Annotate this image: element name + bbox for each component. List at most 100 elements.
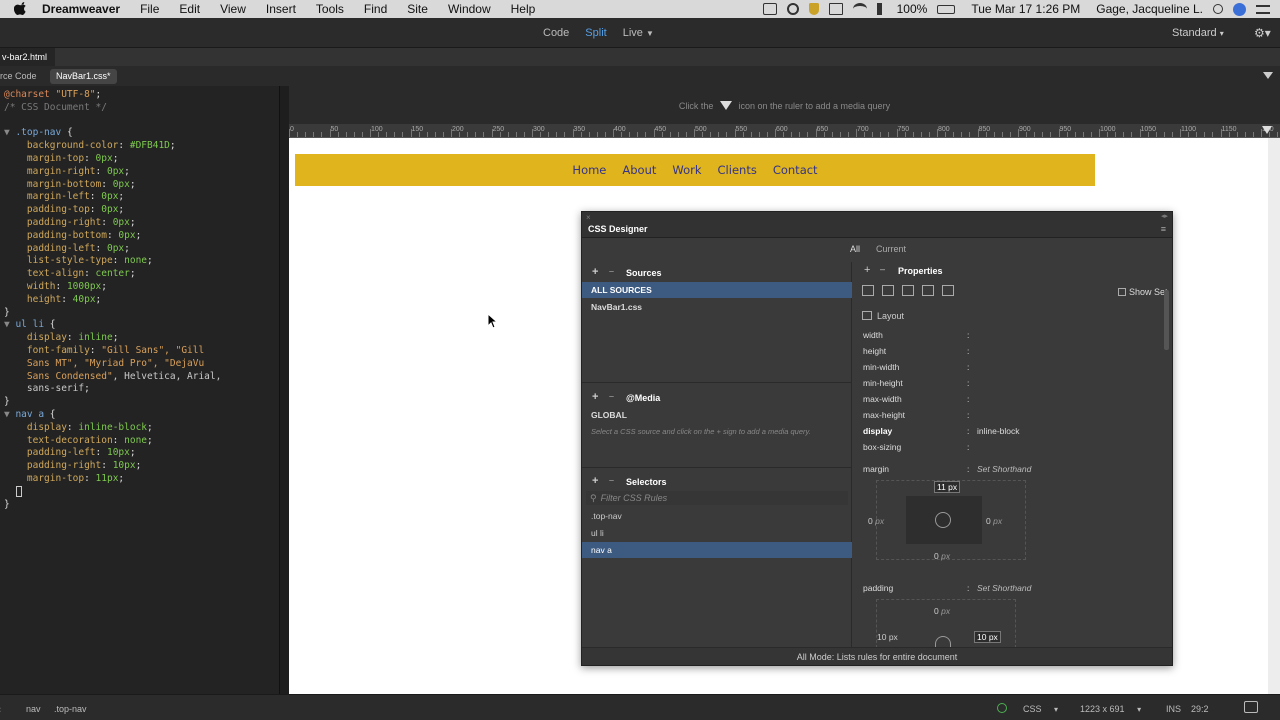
border-category-icon[interactable] [902, 285, 914, 296]
background-category-icon[interactable] [922, 285, 934, 296]
code-line[interactable]: padding-right: 0px; [4, 217, 136, 230]
close-icon[interactable]: × [586, 213, 591, 222]
add-selector-button[interactable]: + [592, 475, 598, 487]
code-line[interactable]: margin-bottom: 0px; [4, 179, 136, 192]
code-line[interactable]: } [4, 396, 10, 409]
padding-right-value[interactable]: 10 px [974, 631, 1001, 643]
property-row[interactable]: max-width: [863, 394, 1163, 408]
code-line[interactable]: @charset "UTF-8"; [4, 89, 101, 102]
scrollbar[interactable] [1164, 290, 1169, 350]
code-line[interactable]: padding-right: 10px; [4, 460, 141, 473]
creative-cloud-icon[interactable] [786, 3, 799, 15]
code-line[interactable]: margin-left: 0px; [4, 191, 124, 204]
code-line[interactable]: padding-bottom: 0px; [4, 230, 141, 243]
property-row[interactable]: max-height: [863, 410, 1163, 424]
margin-right-value[interactable]: 0 px [986, 516, 1002, 526]
tag-selector-top-nav[interactable]: .top-nav [54, 704, 87, 714]
code-line[interactable]: Sans MT", "Myriad Pro", "DejaVu [4, 358, 204, 371]
layout-section-header[interactable]: Layout [862, 311, 904, 321]
source-code-tab[interactable]: rce Code [0, 71, 37, 81]
tab-document[interactable]: v-bar2.html [0, 48, 56, 66]
code-line[interactable]: } [4, 499, 10, 512]
nav-link-about[interactable]: About [614, 163, 664, 177]
nav-link-home[interactable]: Home [564, 163, 614, 177]
code-line[interactable]: font-family: "Gill Sans", "Gill [4, 345, 204, 358]
property-row[interactable]: box-sizing: [863, 442, 1163, 456]
source-item[interactable]: NavBar1.css [582, 299, 852, 315]
tag-selector-arrow[interactable]: ‹ [0, 704, 1, 714]
menu-file[interactable]: File [140, 2, 159, 16]
volume-icon[interactable] [876, 3, 887, 15]
margin-left-value[interactable]: 0 px [868, 516, 884, 526]
code-line[interactable]: list-style-type: none; [4, 255, 153, 268]
menu-find[interactable]: Find [364, 2, 387, 16]
code-line[interactable]: height: 40px; [4, 294, 101, 307]
margin-bottom-value[interactable]: 0 px [934, 551, 950, 561]
preview-icon[interactable] [1244, 701, 1258, 713]
display-icon[interactable] [828, 3, 843, 15]
show-set-toggle[interactable]: Show Set [1118, 287, 1168, 297]
fold-arrow-icon[interactable]: ▼ [4, 319, 15, 330]
text-category-icon[interactable] [882, 285, 894, 296]
set-shorthand-link[interactable]: Set Shorthand [977, 583, 1031, 593]
mode-current-button[interactable]: Current [868, 242, 914, 256]
selector-item[interactable]: .top-nav [582, 508, 852, 524]
padding-left-value[interactable]: 10 px [877, 632, 898, 642]
property-row[interactable]: width: [863, 330, 1163, 344]
remove-property-button[interactable]: – [880, 264, 885, 274]
margin-top-value[interactable]: 11 px [934, 481, 961, 493]
source-item[interactable]: ALL SOURCES [582, 282, 852, 298]
apple-icon[interactable] [14, 2, 28, 16]
media-query-marker-icon[interactable] [1262, 126, 1272, 134]
menu-help[interactable]: Help [511, 2, 536, 16]
spotlight-search-icon[interactable] [1213, 4, 1223, 14]
user-name[interactable]: Gage, Jacqueline L. [1096, 2, 1203, 16]
code-line[interactable]: /* CSS Document */ [4, 102, 107, 115]
gear-icon[interactable]: ⚙▾ [1254, 26, 1271, 40]
show-set-checkbox[interactable] [1118, 288, 1126, 296]
code-line[interactable]: display: inline-block; [4, 422, 153, 435]
shield-icon[interactable] [808, 3, 819, 15]
link-icon[interactable] [935, 512, 951, 528]
filter-css-rules-input[interactable]: ⚲ Filter CSS Rules [586, 491, 848, 505]
navbar1-css-tab[interactable]: NavBar1.css* [50, 69, 117, 84]
filter-icon[interactable] [1263, 72, 1273, 79]
live-view-button[interactable]: Live ▼ [623, 27, 654, 39]
workspace-switcher[interactable]: Standard ▾ [1172, 27, 1224, 39]
code-line[interactable]: text-decoration: none; [4, 435, 153, 448]
scrollbar[interactable] [1268, 138, 1280, 694]
window-size-select[interactable]: 1223 x 691 ▾ [1080, 704, 1141, 714]
code-line[interactable]: } [4, 307, 10, 320]
menu-edit[interactable]: Edit [179, 2, 200, 16]
code-line[interactable]: width: 1000px; [4, 281, 107, 294]
screen-record-icon[interactable] [762, 3, 777, 15]
menu-app-name[interactable]: Dreamweaver [42, 2, 120, 16]
expand-icon[interactable]: ◂▸ [1161, 212, 1168, 220]
code-line[interactable]: text-align: center; [4, 268, 136, 281]
code-editor[interactable]: @charset "UTF-8";/* CSS Document */ ▼ .to… [0, 86, 280, 694]
property-row[interactable]: display: inline-block [863, 426, 1163, 440]
chevron-down-icon[interactable]: ▼ [646, 29, 654, 38]
code-line[interactable]: background-color: #DFB41D; [4, 140, 176, 153]
padding-top-value[interactable]: 0 px [934, 606, 950, 616]
code-line[interactable]: ▼ .top-nav { [4, 127, 73, 140]
fold-arrow-icon[interactable]: ▼ [4, 409, 15, 420]
code-line[interactable]: margin-top: 0px; [4, 153, 119, 166]
remove-media-button[interactable]: – [609, 391, 614, 401]
fold-arrow-icon[interactable]: ▼ [4, 127, 15, 138]
media-global[interactable]: GLOBAL [582, 407, 852, 423]
siri-icon[interactable] [1233, 2, 1246, 16]
code-line[interactable]: padding-top: 0px; [4, 204, 124, 217]
panel-menu-icon[interactable]: ≡ [1161, 224, 1166, 234]
code-line[interactable]: padding-left: 0px; [4, 243, 130, 256]
wifi-icon[interactable] [852, 3, 867, 15]
nav-link-clients[interactable]: Clients [710, 163, 765, 177]
menu-site[interactable]: Site [407, 2, 428, 16]
clock[interactable]: Tue Mar 17 1:26 PM [971, 2, 1080, 16]
margin-row[interactable]: margin: Set Shorthand [863, 464, 1163, 478]
ruler[interactable]: 0 50 100 150 200 250 300 350 400 450 500 550 600 650 7… [289, 124, 1280, 138]
add-media-button[interactable]: + [592, 391, 598, 403]
add-source-button[interactable]: + [592, 266, 598, 278]
property-row[interactable]: min-width: [863, 362, 1163, 376]
menu-tools[interactable]: Tools [316, 2, 344, 16]
